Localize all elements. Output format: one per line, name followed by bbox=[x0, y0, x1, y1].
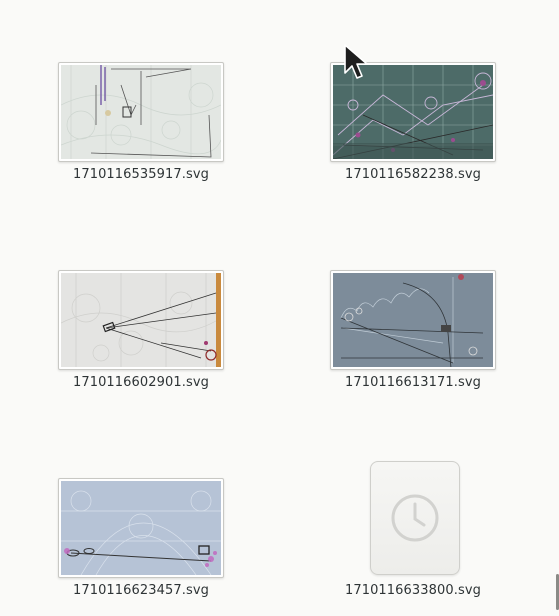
file-grid: 1710116535917.svg 1710116582238.svg 1710… bbox=[0, 0, 559, 616]
file-item-6[interactable]: 1710116633800.svg bbox=[288, 432, 488, 612]
file-item-1[interactable]: 1710116535917.svg bbox=[16, 16, 224, 196]
mouse-pointer-icon bbox=[344, 44, 368, 79]
svg-thumbnail[interactable] bbox=[330, 270, 496, 370]
file-item-2[interactable]: 1710116582238.svg bbox=[288, 16, 496, 196]
file-name[interactable]: 1710116633800.svg bbox=[288, 583, 538, 598]
document-placeholder[interactable] bbox=[370, 461, 460, 575]
file-name[interactable]: 1710116613171.svg bbox=[288, 375, 538, 390]
svg-thumbnail[interactable] bbox=[58, 62, 224, 162]
file-name[interactable]: 1710116623457.svg bbox=[16, 583, 266, 598]
svg-thumbnail[interactable] bbox=[58, 478, 224, 578]
file-item-5[interactable]: 1710116623457.svg bbox=[16, 432, 224, 612]
file-item-4[interactable]: 1710116613171.svg bbox=[288, 224, 496, 404]
file-name[interactable]: 1710116582238.svg bbox=[288, 167, 538, 182]
file-name[interactable]: 1710116602901.svg bbox=[16, 375, 266, 390]
file-item-3[interactable]: 1710116602901.svg bbox=[16, 224, 224, 404]
file-name[interactable]: 1710116535917.svg bbox=[16, 167, 266, 182]
svg-thumbnail[interactable] bbox=[58, 270, 224, 370]
clock-icon bbox=[391, 494, 439, 542]
